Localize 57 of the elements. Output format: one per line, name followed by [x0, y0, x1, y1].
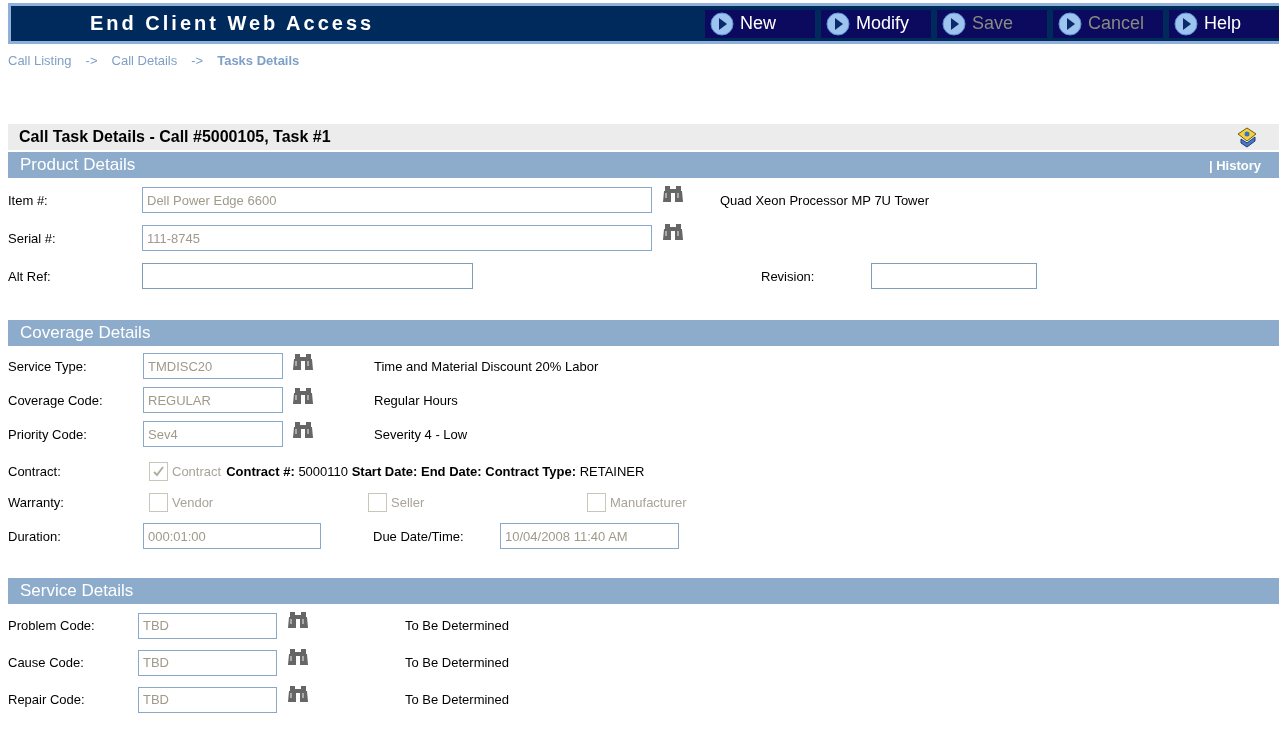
- breadcrumb-link[interactable]: Tasks Details: [217, 53, 300, 73]
- binoculars-icon[interactable]: [292, 353, 314, 371]
- input-field[interactable]: [871, 263, 1037, 289]
- page-title: Call Task Details - Call #5000105, Task #1: [19, 128, 332, 146]
- checkbox-label: Seller: [391, 494, 425, 510]
- field-label: Problem Code:: [8, 618, 96, 633]
- binoculars-icon[interactable]: [287, 685, 309, 703]
- field-label: Priority Code:: [8, 426, 88, 442]
- breadcrumb-link[interactable]: Call Details: [111, 53, 178, 73]
- play-icon: [826, 11, 850, 36]
- field-label: Repair Code:: [8, 692, 86, 707]
- tools-icon[interactable]: [1235, 126, 1259, 148]
- field-label: Cause Code:: [8, 655, 85, 670]
- binoculars-icon[interactable]: [287, 611, 309, 629]
- item-description: Quad Xeon Processor MP 7U Tower: [720, 192, 930, 208]
- field-label: Item #:: [8, 192, 49, 208]
- binoculars-icon[interactable]: [292, 387, 314, 405]
- breadcrumb-link[interactable]: Call Listing: [8, 53, 72, 73]
- play-icon: [942, 11, 966, 36]
- binoculars-icon[interactable]: [287, 648, 309, 666]
- binoculars-icon[interactable]: [292, 421, 314, 439]
- input-field[interactable]: [142, 263, 473, 289]
- field-label: Contract:: [8, 464, 62, 479]
- play-icon: [710, 11, 734, 36]
- item-description: Regular Hours: [374, 392, 458, 408]
- checkbox-label: Contract: [172, 464, 222, 479]
- play-icon: [1058, 11, 1082, 36]
- toolbar-button[interactable]: New: [705, 9, 815, 38]
- app-title: End Client Web Access: [90, 12, 376, 35]
- play-icon: [1174, 11, 1198, 36]
- section-title: Coverage Details: [20, 323, 152, 343]
- breadcrumb-separator: ->: [191, 53, 204, 70]
- section-title: Product Details: [20, 155, 137, 175]
- checkbox-label: Vendor: [172, 494, 214, 510]
- item-description: To Be Determined: [405, 618, 510, 633]
- field-label: Serial #:: [8, 230, 57, 246]
- section-title: Service Details: [20, 581, 135, 601]
- field-label: Warranty:: [8, 494, 65, 510]
- contract-info: Contract #: 5000110 Start Date: End Date: Contract Type: RETAINER: [226, 464, 645, 479]
- binoculars-icon[interactable]: [662, 223, 684, 241]
- field-label: Service Type:: [8, 358, 88, 374]
- checkmark-icon: [152, 465, 165, 478]
- field-label: Coverage Code:: [8, 392, 104, 408]
- item-description: Severity 4 - Low: [374, 426, 468, 442]
- breadcrumb-separator: ->: [85, 53, 98, 70]
- field-label: Revision:: [761, 268, 816, 284]
- history-link[interactable]: | History: [1208, 157, 1261, 173]
- checkbox-label: Manufacturer: [610, 494, 687, 510]
- binoculars-icon[interactable]: [662, 185, 684, 203]
- item-description: To Be Determined: [405, 655, 510, 670]
- field-label: Duration:: [8, 528, 62, 544]
- field-label: Due Date/Time:: [373, 528, 465, 544]
- item-description: To Be Determined: [405, 692, 510, 707]
- toolbar-button[interactable]: Modify: [821, 9, 931, 38]
- item-description: Time and Material Discount 20% Labor: [374, 358, 599, 374]
- toolbar-button[interactable]: Help: [1169, 9, 1279, 38]
- field-label: Alt Ref:: [8, 268, 52, 284]
